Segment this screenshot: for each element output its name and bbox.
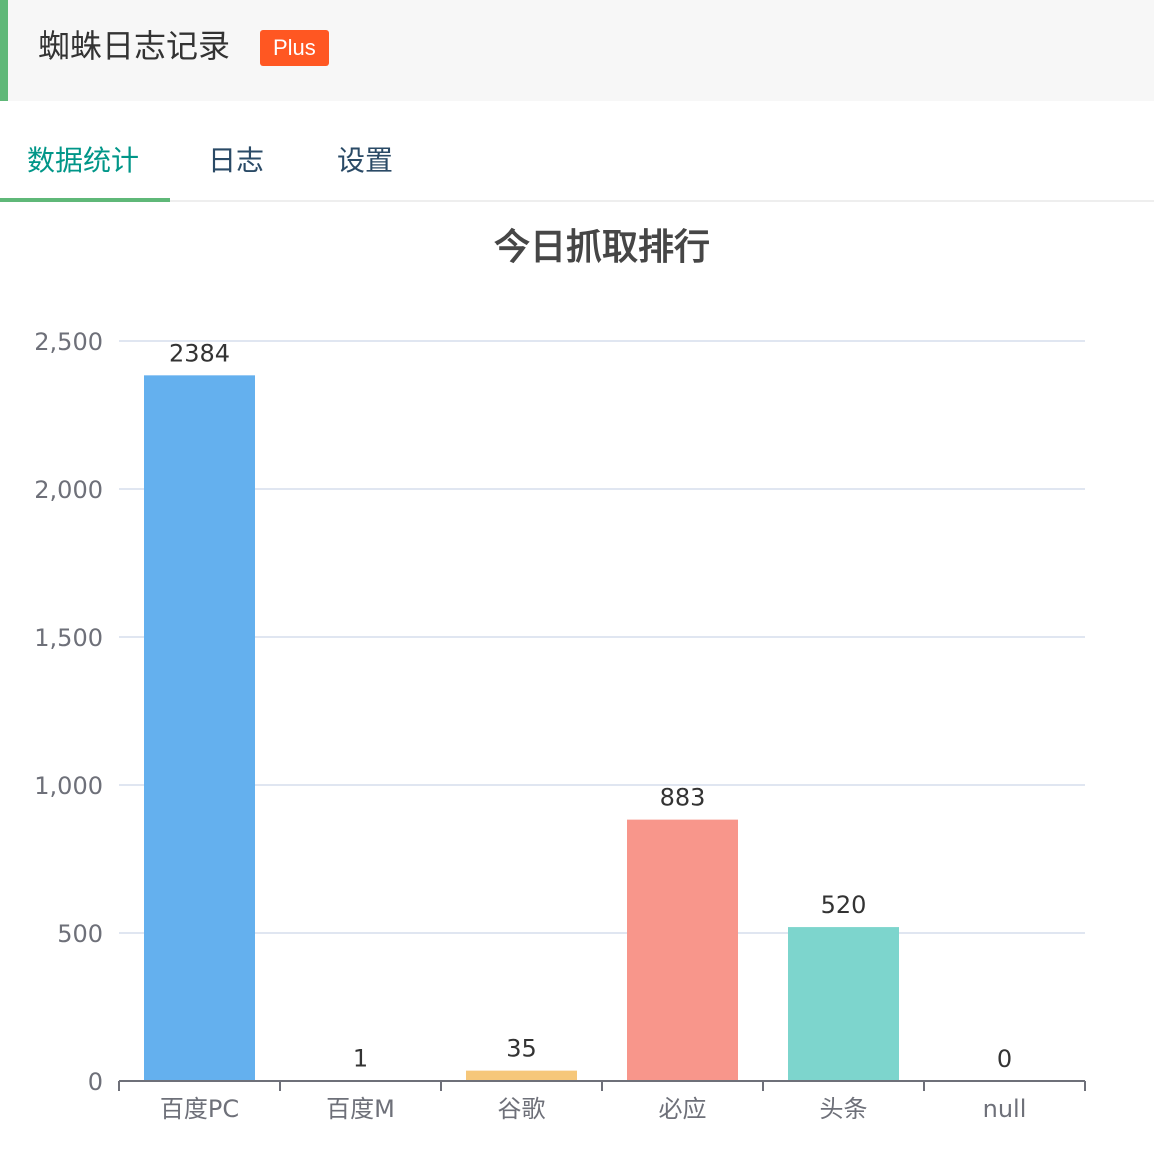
data-label: 35 bbox=[506, 1035, 537, 1063]
bar bbox=[627, 819, 738, 1081]
bar bbox=[144, 375, 255, 1081]
y-tick-label: 2,000 bbox=[34, 476, 103, 504]
y-tick-label: 1,500 bbox=[34, 624, 103, 652]
data-label: 1 bbox=[353, 1045, 368, 1073]
bar bbox=[466, 1070, 577, 1081]
x-tick-label: 谷歌 bbox=[498, 1095, 546, 1123]
tab-logs[interactable]: 日志 bbox=[208, 141, 264, 181]
x-tick-label: 必应 bbox=[659, 1095, 707, 1123]
y-tick-label: 500 bbox=[57, 920, 103, 948]
y-tick-label: 2,500 bbox=[34, 328, 103, 356]
active-tab-indicator bbox=[0, 198, 170, 202]
page-title: 蜘蛛日志记录 bbox=[38, 27, 231, 65]
x-tick-label: 百度PC bbox=[160, 1095, 239, 1123]
tab-settings[interactable]: 设置 bbox=[337, 141, 393, 181]
y-tick-label: 1,000 bbox=[34, 772, 103, 800]
data-label: 883 bbox=[660, 784, 706, 812]
bar bbox=[788, 927, 899, 1081]
header: 蜘蛛日志记录 Plus bbox=[0, 0, 1154, 101]
y-tick-label: 0 bbox=[88, 1068, 103, 1096]
data-label: 520 bbox=[821, 891, 867, 919]
plus-badge: Plus bbox=[260, 30, 329, 66]
x-tick-label: null bbox=[983, 1095, 1027, 1123]
x-tick-label: 头条 bbox=[820, 1095, 868, 1123]
tab-bar: 数据统计 日志 设置 bbox=[0, 101, 1154, 202]
tab-statistics[interactable]: 数据统计 bbox=[27, 141, 139, 181]
header-accent-bar bbox=[0, 0, 8, 101]
x-tick-label: 百度M bbox=[326, 1095, 395, 1123]
data-label: 2384 bbox=[169, 339, 230, 367]
chart-title: 今日抓取排行 bbox=[493, 227, 710, 268]
data-label: 0 bbox=[997, 1045, 1012, 1073]
